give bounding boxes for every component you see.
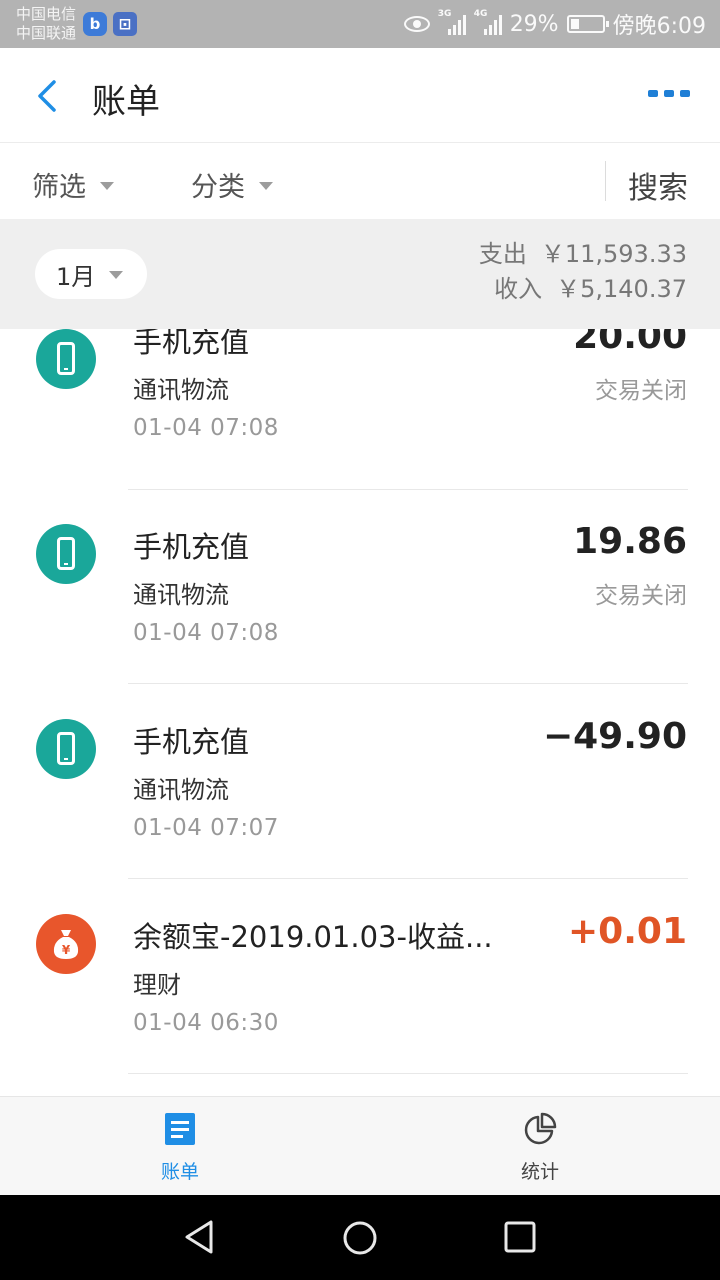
transaction-title: 手机充值 [133,530,250,564]
phone-icon [36,329,96,389]
transaction-amount: −49.90 [542,716,687,757]
month-summary-bar: 1月 支出 ￥11,593.33 收入 ￥5,140.37 [0,219,720,329]
signal-3g-icon: 3G [438,9,466,37]
transaction-time: 01-04 06:30 [133,1010,279,1036]
transaction-time: 01-04 07:07 [133,815,279,841]
transaction-category: 通讯物流 [133,776,229,804]
transaction-status: 交易关闭 [595,378,687,404]
transaction-title: 手机充值 [133,725,250,759]
transaction-row[interactable]: 手机充值 通讯物流 01-04 07:07 −49.90 [0,709,720,904]
transaction-row[interactable]: 手机充值 通讯物流 01-04 07:08 19.86 交易关闭 [0,514,720,709]
month-totals: 支出 ￥11,593.33 收入 ￥5,140.37 [479,237,687,307]
income-value: ￥5,140.37 [556,275,687,303]
caret-down-icon [259,181,273,190]
expense-value: ￥11,593.33 [540,240,687,268]
system-nav-bar [0,1195,720,1280]
divider [128,683,688,684]
more-dot-icon [680,90,690,97]
income-label: 收入 [494,275,543,303]
tab-bill-label: 账单 [160,1161,199,1183]
battery-icon [566,15,609,33]
divider [128,1073,688,1074]
money-bag-icon: ¥ [36,914,96,974]
bill-list-icon [165,1113,195,1145]
filter-bar: 筛选 分类 搜索 [0,143,720,219]
clock: 傍晚6:09 [612,14,706,39]
month-label: 1月 [56,262,96,291]
transaction-title: 余额宝-2019.01.03-收益... [133,920,493,954]
transaction-category: 理财 [133,971,181,999]
tab-statistics[interactable]: 统计 [490,1111,590,1184]
notification-app-icon: ⊡ [113,12,137,36]
notification-app-icon: b [83,12,107,36]
filter-dropdown[interactable]: 筛选 [32,165,114,204]
transaction-row[interactable]: 手机充值 通讯物流 01-04 07:08 20.00 交易关闭 [0,329,720,514]
signal-4g-icon: 4G [474,9,502,37]
chevron-left-icon [38,80,56,112]
phone-icon [36,524,96,584]
expense-label: 支出 [478,240,527,268]
transaction-time: 01-04 07:08 [133,415,279,441]
nav-back-icon[interactable] [183,1219,217,1255]
nav-recents-icon[interactable] [504,1221,536,1253]
phone-icon [36,719,96,779]
transaction-title: 手机充值 [133,329,250,359]
transaction-amount: 20.00 [573,329,687,357]
bottom-tab-bar: 账单 统计 [0,1096,720,1195]
back-button[interactable] [34,78,64,114]
transaction-amount: +0.01 [568,911,687,952]
filter-label: 筛选 [32,172,86,203]
transaction-amount: 19.86 [573,521,687,562]
transaction-row[interactable]: ¥ 余额宝-2019.01.03-收益... 理财 01-04 06:30 +0… [0,904,720,1096]
svg-text:¥: ¥ [62,943,71,957]
more-dot-icon [648,90,658,97]
transaction-status: 交易关闭 [595,583,687,609]
divider [605,161,606,201]
transaction-category: 通讯物流 [133,581,229,609]
category-dropdown[interactable]: 分类 [191,165,273,204]
eye-comfort-icon [403,16,430,32]
category-label: 分类 [191,172,245,203]
carrier-labels: 中国电信 中国联通 [16,5,76,43]
more-dot-icon [664,90,674,97]
search-button[interactable]: 搜索 [628,163,688,207]
caret-down-icon [100,181,114,190]
more-options-button[interactable] [648,90,690,100]
transaction-category: 通讯物流 [133,376,229,404]
battery-percent: 29% [509,11,559,37]
divider [128,878,688,879]
tab-bill[interactable]: 账单 [130,1111,230,1184]
page-title: 账单 [92,82,160,122]
transaction-list: 手机充值 通讯物流 01-04 07:08 20.00 交易关闭 手机充值 通讯… [0,329,720,1096]
caret-down-icon [109,271,124,279]
carrier-1: 中国电信 [16,5,77,23]
transaction-time: 01-04 07:08 [133,620,279,646]
nav-home-icon[interactable] [342,1220,378,1256]
tab-stats-label: 统计 [520,1161,559,1183]
status-bar: 中国电信 中国联通 b ⊡ 3G 4G 29% 傍晚6:09 [0,0,720,48]
divider [128,489,688,490]
pie-chart-icon [524,1112,557,1145]
title-bar: 账单 [0,48,720,143]
month-selector[interactable]: 1月 [35,249,147,299]
carrier-2: 中国联通 [16,24,77,42]
